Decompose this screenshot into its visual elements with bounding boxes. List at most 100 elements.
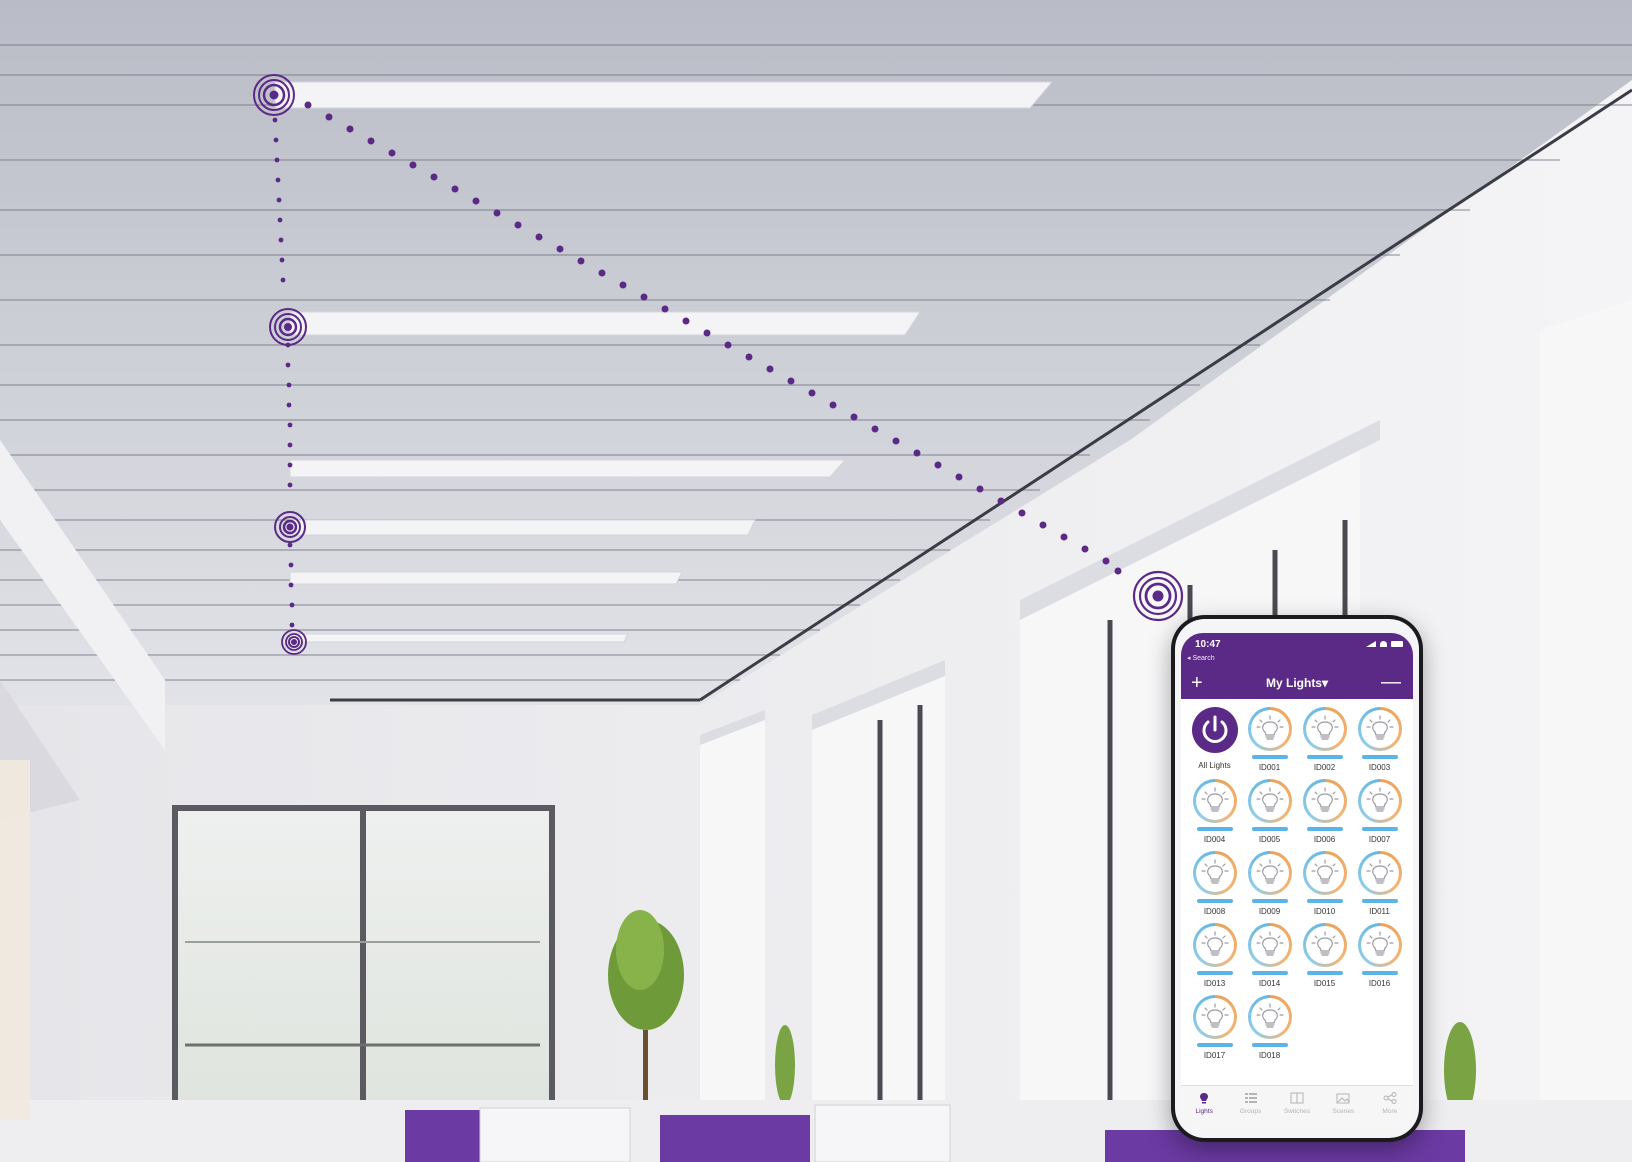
light-tile[interactable]: ID009 [1242, 851, 1297, 917]
tile-label: ID017 [1203, 1051, 1226, 1060]
nav-bar: + My Lights▾ — [1181, 669, 1413, 699]
light-tile[interactable]: ID002 [1297, 707, 1352, 773]
light-tile[interactable]: ID014 [1242, 923, 1297, 989]
status-time: 10:47 [1195, 639, 1221, 650]
bulb-icon[interactable] [1302, 779, 1347, 823]
tile-label: ID004 [1203, 835, 1226, 844]
tile-label: All Lights [1198, 761, 1231, 770]
tile-label: ID014 [1258, 979, 1281, 988]
light-tile[interactable]: ID008 [1187, 851, 1242, 917]
bulb-icon[interactable] [1192, 923, 1237, 967]
tab-label: Groups [1239, 1108, 1262, 1115]
status-icons [1366, 641, 1403, 647]
brightness-bar[interactable] [1196, 827, 1233, 831]
tile-label: ID002 [1313, 763, 1336, 772]
tile-label: ID003 [1368, 763, 1391, 772]
light-tile[interactable]: ID007 [1352, 779, 1407, 845]
light-tile[interactable]: ID015 [1297, 923, 1352, 989]
brightness-bar[interactable] [1251, 899, 1288, 903]
tab-bar: Lights Groups Switches Scenes More [1181, 1085, 1413, 1130]
scenes-icon [1336, 1092, 1350, 1108]
tile-label: ID005 [1258, 835, 1281, 844]
light-tile[interactable]: ID018 [1242, 995, 1297, 1061]
status-bar: 10:47 ◂ Search [1181, 633, 1413, 669]
light-tile[interactable]: ID004 [1187, 779, 1242, 845]
bulb-icon[interactable] [1247, 707, 1292, 751]
bulb-icon[interactable] [1192, 851, 1237, 895]
bulb-icon[interactable] [1302, 923, 1347, 967]
brightness-bar[interactable] [1306, 971, 1343, 975]
power-icon[interactable] [1191, 707, 1238, 753]
brightness-bar[interactable] [1196, 1043, 1233, 1047]
all-lights-tile[interactable]: All Lights [1187, 707, 1242, 773]
brightness-bar[interactable] [1361, 971, 1398, 975]
tab-label: Scenes [1332, 1108, 1355, 1115]
tab-scenes[interactable]: Scenes [1323, 1092, 1363, 1115]
share-icon [1383, 1092, 1397, 1108]
switches-icon [1290, 1092, 1304, 1108]
brightness-bar[interactable] [1251, 1043, 1288, 1047]
tile-label: ID009 [1258, 907, 1281, 916]
brightness-bar[interactable] [1196, 899, 1233, 903]
bulb-icon [1197, 1092, 1211, 1108]
bulb-icon[interactable] [1192, 779, 1237, 823]
brightness-bar[interactable] [1251, 755, 1288, 759]
tab-label: More [1382, 1108, 1398, 1115]
brightness-bar[interactable] [1251, 971, 1288, 975]
tile-label: ID010 [1313, 907, 1336, 916]
bulb-icon[interactable] [1192, 995, 1237, 1039]
brightness-bar[interactable] [1306, 827, 1343, 831]
bulb-icon[interactable] [1302, 707, 1347, 751]
light-tile[interactable]: ID006 [1297, 779, 1352, 845]
tab-groups[interactable]: Groups [1231, 1092, 1271, 1115]
light-tile[interactable]: ID011 [1352, 851, 1407, 917]
bulb-icon[interactable] [1357, 923, 1402, 967]
tile-label: ID015 [1313, 979, 1336, 988]
brightness-bar[interactable] [1251, 827, 1288, 831]
battery-icon [1391, 641, 1403, 647]
bulb-icon[interactable] [1247, 995, 1292, 1039]
brightness-bar[interactable] [1306, 755, 1343, 759]
signal-icon [1366, 641, 1376, 647]
tile-label: ID011 [1369, 907, 1390, 916]
tab-more[interactable]: More [1370, 1092, 1410, 1115]
tile-label: ID001 [1258, 763, 1281, 772]
tab-label: Switches [1283, 1108, 1310, 1115]
light-tile[interactable]: ID003 [1352, 707, 1407, 773]
light-tile[interactable]: ID001 [1242, 707, 1297, 773]
tab-switches[interactable]: Switches [1277, 1092, 1317, 1115]
minus-icon[interactable]: — [1381, 671, 1401, 693]
light-tile[interactable]: ID010 [1297, 851, 1352, 917]
tile-label: ID013 [1203, 979, 1226, 988]
bulb-icon[interactable] [1357, 779, 1402, 823]
wifi-icon [1380, 641, 1387, 647]
app-screen: 10:47 ◂ Search + My Lights▾ — All Lights… [1181, 633, 1413, 1130]
office-scene: 10:47 ◂ Search + My Lights▾ — All Lights… [0, 0, 1632, 1162]
bulb-icon[interactable] [1247, 851, 1292, 895]
light-tile[interactable]: ID005 [1242, 779, 1297, 845]
tab-lights[interactable]: Lights [1184, 1092, 1224, 1115]
bulb-icon[interactable] [1357, 707, 1402, 751]
brightness-bar[interactable] [1361, 899, 1398, 903]
smartphone: 10:47 ◂ Search + My Lights▾ — All Lights… [1171, 615, 1423, 1142]
bulb-icon[interactable] [1247, 923, 1292, 967]
lights-list-selector[interactable]: My Lights▾ [1181, 676, 1413, 690]
light-grid: All Lights ID001 ID002 ID003 ID004 ID005 ID00… [1181, 699, 1413, 1061]
brightness-bar[interactable] [1196, 971, 1233, 975]
bulb-icon[interactable] [1247, 779, 1292, 823]
light-tile[interactable]: ID017 [1187, 995, 1242, 1061]
groups-icon [1244, 1092, 1258, 1108]
tile-label: ID016 [1368, 979, 1391, 988]
brightness-bar[interactable] [1306, 899, 1343, 903]
bulb-icon[interactable] [1357, 851, 1402, 895]
brightness-bar[interactable] [1361, 827, 1398, 831]
tile-label: ID007 [1368, 835, 1391, 844]
tile-label: ID008 [1203, 907, 1226, 916]
light-tile[interactable]: ID013 [1187, 923, 1242, 989]
back-to-search-link[interactable]: ◂ Search [1187, 654, 1215, 662]
light-tile[interactable]: ID016 [1352, 923, 1407, 989]
brightness-bar[interactable] [1361, 755, 1398, 759]
tile-label: ID018 [1258, 1051, 1281, 1060]
tab-label: Lights [1195, 1108, 1213, 1115]
bulb-icon[interactable] [1302, 851, 1347, 895]
